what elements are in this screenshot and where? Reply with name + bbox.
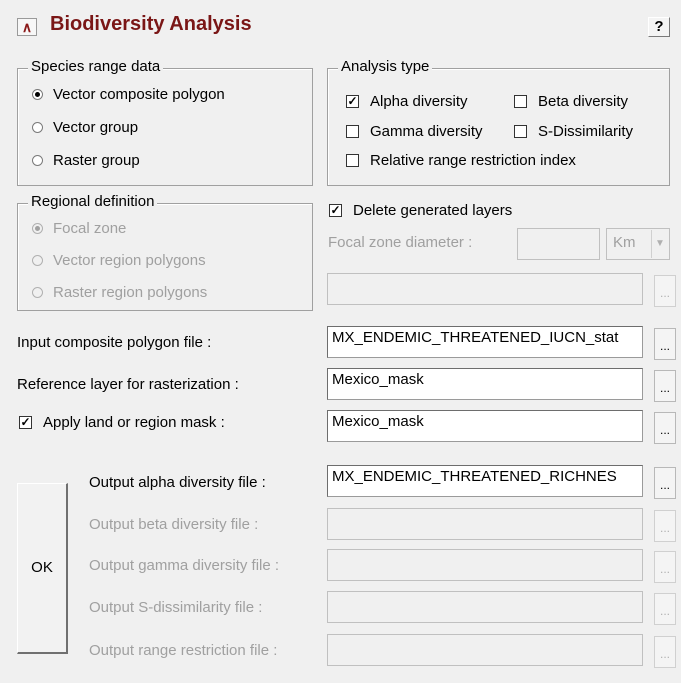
output-sdis-label: Output S-dissimilarity file : xyxy=(89,599,263,616)
checkbox-apply-mask[interactable]: ✓ Apply land or region mask : xyxy=(19,414,225,431)
radio-button[interactable] xyxy=(32,223,43,234)
page-title: Biodiversity Analysis xyxy=(50,13,252,35)
radio-vector-region[interactable]: Vector region polygons xyxy=(32,252,206,269)
radio-button[interactable] xyxy=(32,89,43,100)
checkbox-box[interactable] xyxy=(346,154,359,167)
output-alpha-browse-button[interactable]: ... xyxy=(654,467,676,499)
checkbox-label: Gamma diversity xyxy=(370,123,483,140)
radio-label: Raster group xyxy=(53,152,140,169)
help-button[interactable]: ? xyxy=(648,17,670,37)
output-range-browse-button[interactable]: ... xyxy=(654,636,676,668)
mask-input[interactable]: Mexico_mask xyxy=(327,410,643,442)
radio-raster-group[interactable]: Raster group xyxy=(32,152,140,169)
output-beta-input[interactable] xyxy=(327,508,643,540)
output-alpha-input[interactable]: MX_ENDEMIC_THREATENED_RICHNES xyxy=(327,465,643,497)
region-file-input[interactable] xyxy=(327,273,643,305)
checkbox-label: S-Dissimilarity xyxy=(538,123,633,140)
checkbox-label: Apply land or region mask : xyxy=(43,414,225,431)
mask-browse-button[interactable]: ... xyxy=(654,412,676,444)
radio-label: Vector composite polygon xyxy=(53,86,225,103)
chevron-down-icon[interactable]: ▼ xyxy=(651,230,668,258)
analysis-type-legend: Analysis type xyxy=(338,58,433,75)
radio-button[interactable] xyxy=(32,287,43,298)
output-beta-browse-button[interactable]: ... xyxy=(654,510,676,542)
radio-vector-group[interactable]: Vector group xyxy=(32,119,138,136)
composite-browse-button[interactable]: ... xyxy=(654,328,676,360)
output-alpha-label: Output alpha diversity file : xyxy=(89,474,266,491)
radio-vector-composite[interactable]: Vector composite polygon xyxy=(32,86,225,103)
checkbox-label: Delete generated layers xyxy=(353,202,513,219)
checkbox-range-restriction[interactable]: Relative range restriction index xyxy=(346,152,576,169)
output-gamma-label: Output gamma diversity file : xyxy=(89,557,280,574)
double-chevron-up-icon[interactable]: ∧ xyxy=(17,18,37,36)
focal-zone-input[interactable] xyxy=(517,228,600,260)
radio-raster-region[interactable]: Raster region polygons xyxy=(32,284,207,301)
radio-button[interactable] xyxy=(32,122,43,133)
unit-select[interactable]: Km ▼ xyxy=(606,228,670,260)
checkbox-label: Alpha diversity xyxy=(370,93,468,110)
checkbox-box[interactable] xyxy=(514,95,527,108)
checkbox-s-dissimilarity[interactable]: S-Dissimilarity xyxy=(514,123,633,140)
radio-label: Vector group xyxy=(53,119,139,136)
checkbox-box[interactable] xyxy=(514,125,527,138)
checkbox-delete-layers[interactable]: ✓ Delete generated layers xyxy=(329,202,512,219)
radio-button[interactable] xyxy=(32,155,43,166)
output-sdis-browse-button[interactable]: ... xyxy=(654,593,676,625)
ok-button[interactable]: OK xyxy=(17,483,68,654)
radio-label: Raster region polygons xyxy=(53,284,208,301)
reference-layer-label: Reference layer for rasterization : xyxy=(17,376,239,393)
checkmark-icon[interactable]: ✓ xyxy=(19,416,32,429)
focal-zone-label: Focal zone diameter : xyxy=(328,234,473,251)
output-range-input[interactable] xyxy=(327,634,643,666)
output-range-label: Output range restriction file : xyxy=(89,642,278,659)
composite-file-label: Input composite polygon file : xyxy=(17,334,212,351)
checkbox-beta-diversity[interactable]: Beta diversity xyxy=(514,93,628,110)
checkbox-alpha-diversity[interactable]: ✓ Alpha diversity xyxy=(346,93,468,110)
checkmark-icon[interactable]: ✓ xyxy=(329,204,342,217)
species-range-legend: Species range data xyxy=(28,58,164,75)
output-beta-label: Output beta diversity file : xyxy=(89,516,259,533)
radio-button[interactable] xyxy=(32,255,43,266)
output-gamma-input[interactable] xyxy=(327,549,643,581)
radio-label: Focal zone xyxy=(53,220,127,237)
checkbox-label: Relative range restriction index xyxy=(370,152,576,169)
unit-select-value: Km xyxy=(613,234,636,251)
radio-focal-zone[interactable]: Focal zone xyxy=(32,220,126,237)
region-browse-button[interactable]: ... xyxy=(654,275,676,307)
output-sdis-input[interactable] xyxy=(327,591,643,623)
reference-layer-input[interactable]: Mexico_mask xyxy=(327,368,643,400)
composite-file-input[interactable]: MX_ENDEMIC_THREATENED_IUCN_stat xyxy=(327,326,643,358)
checkbox-label: Beta diversity xyxy=(538,93,629,110)
checkbox-gamma-diversity[interactable]: Gamma diversity xyxy=(346,123,483,140)
output-gamma-browse-button[interactable]: ... xyxy=(654,551,676,583)
checkmark-icon[interactable]: ✓ xyxy=(346,95,359,108)
reference-browse-button[interactable]: ... xyxy=(654,370,676,402)
checkbox-box[interactable] xyxy=(346,125,359,138)
regional-definition-legend: Regional definition xyxy=(28,193,158,210)
radio-label: Vector region polygons xyxy=(53,252,206,269)
